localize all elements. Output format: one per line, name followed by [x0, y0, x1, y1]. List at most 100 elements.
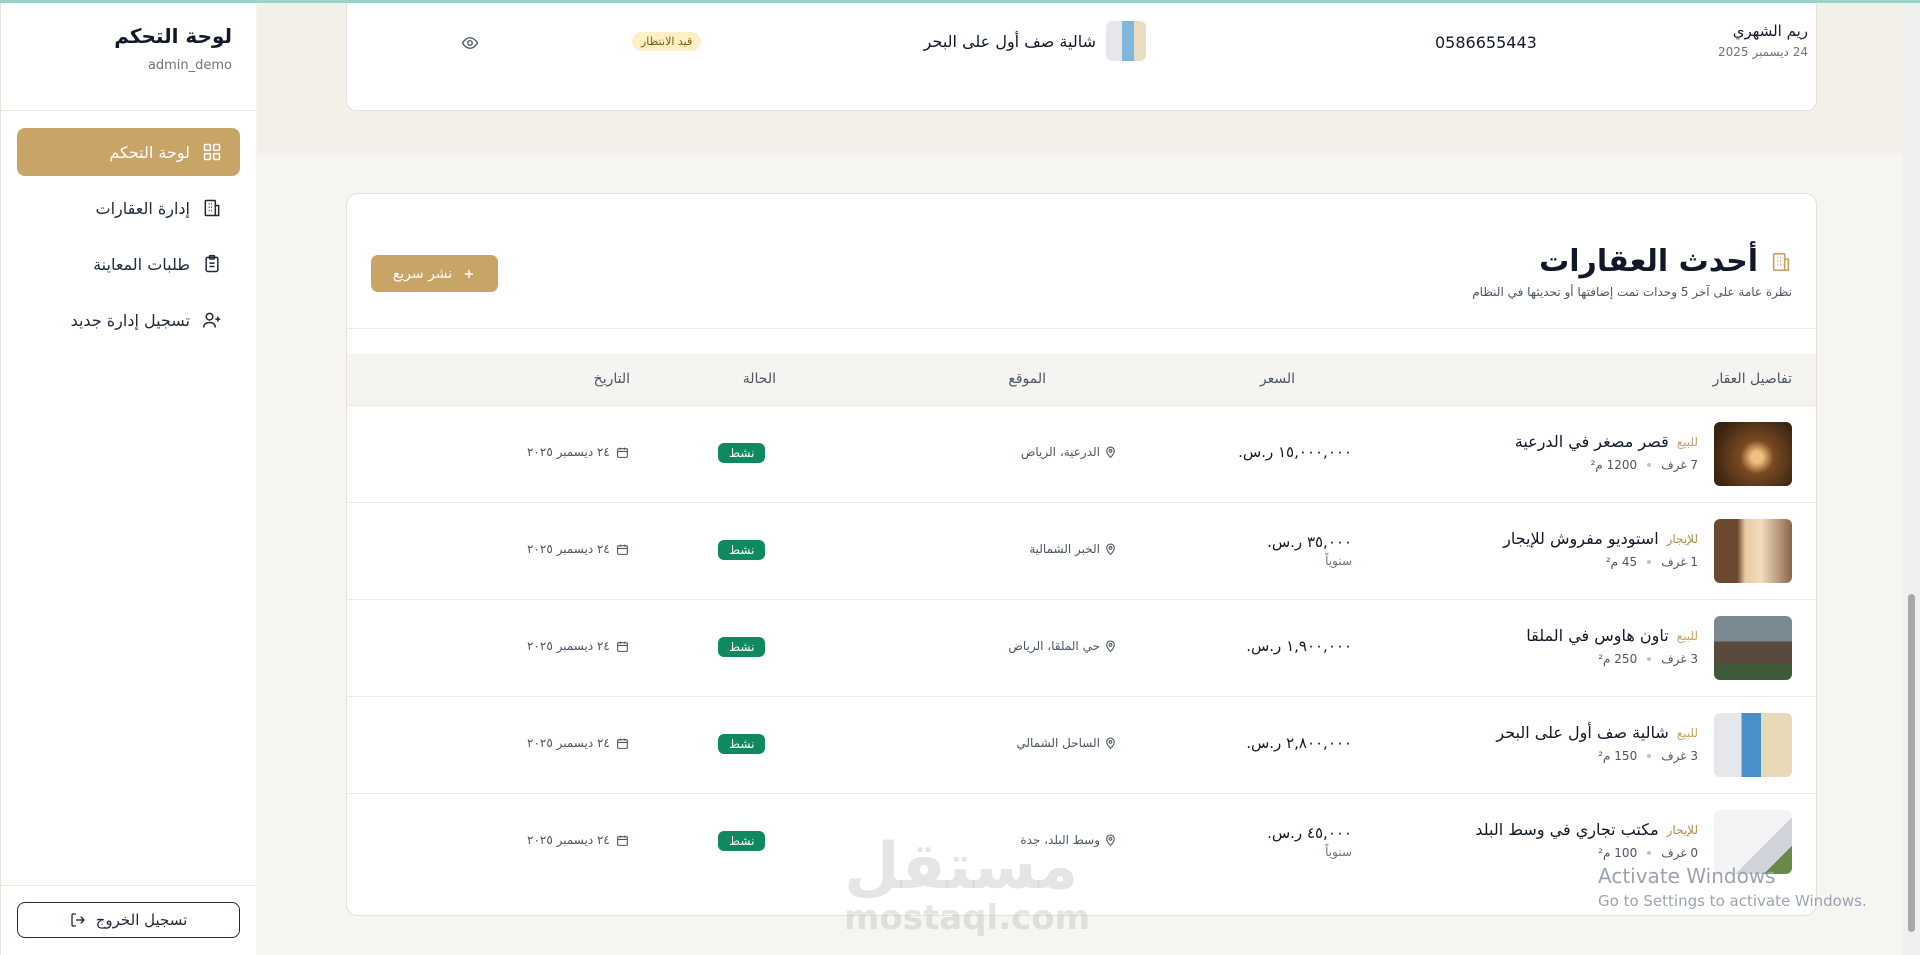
property-location: الساحل الشمالي	[927, 736, 1117, 750]
property-meta: 7 غرف 1200 م²	[1515, 458, 1698, 472]
property-details: للإيجار استوديو مفروش للإيجار 1 غرف 45 م…	[1503, 529, 1698, 569]
card-subtitle: نظرة عامة على آخر 5 وحدات تمت إضافتها أو…	[1472, 285, 1792, 299]
plus-icon	[465, 269, 474, 278]
map-pin-icon	[1106, 737, 1115, 749]
table-row[interactable]: للبيع تاون هاوس في الملقا 3 غرف 250 م² ١…	[347, 600, 1816, 697]
price-value: ١٥,٠٠٠,٠٠٠ ر.س.	[1238, 443, 1352, 461]
property-title-line: للإيجار استوديو مفروش للإيجار	[1503, 529, 1698, 548]
table-header: تفاصيل العقار السعر الموقع الحالة التاري…	[347, 354, 1816, 406]
table-row[interactable]: ريم الشهري 24 ديسمبر 2025 0586655443 شال…	[347, 1, 1816, 93]
sidebar-item-properties[interactable]: إدارة العقارات	[17, 184, 240, 232]
sidebar-item-label: لوحة التحكم	[109, 142, 190, 162]
price-value: ٢,٨٠٠,٠٠٠ ر.س.	[1246, 734, 1352, 752]
sidebar-item-register-admin[interactable]: تسجيل إدارة جديد	[17, 296, 240, 344]
property-title: استوديو مفروش للإيجار	[1503, 529, 1659, 548]
request-phone: 0586655443	[1435, 33, 1537, 52]
eye-icon[interactable]	[461, 34, 479, 52]
property-date: ٢٤ ديسمبر ٢٠٢٥	[527, 639, 629, 653]
listing-type: للبيع	[1676, 434, 1698, 449]
property-price: ٢,٨٠٠,٠٠٠ ر.س.	[1202, 734, 1352, 752]
separator-dot	[1647, 463, 1652, 467]
property-meta: 1 غرف 45 م²	[1503, 555, 1698, 569]
separator-dot	[1647, 851, 1652, 855]
property-title: مكتب تجاري في وسط البلد	[1475, 820, 1659, 839]
quick-publish-label: نشر سريع	[392, 265, 453, 282]
property-date: ٢٤ ديسمبر ٢٠٢٥	[527, 445, 629, 459]
clipboard-icon	[202, 254, 222, 274]
property-title-line: للإيجار مكتب تجاري في وسط البلد	[1475, 820, 1698, 839]
status-badge: نشط	[718, 540, 766, 560]
property-price: ١٥,٠٠٠,٠٠٠ ر.س.	[1202, 443, 1352, 461]
column-header-details: تفاصيل العقار	[1712, 371, 1792, 387]
listing-type: للبيع	[1676, 628, 1698, 643]
calendar-icon	[616, 447, 628, 458]
property-thumbnail	[1106, 21, 1146, 61]
windows-activation-title: Activate Windows	[1598, 864, 1776, 888]
listing-type: للإيجار	[1666, 822, 1698, 837]
location-text: حي الملقا، الرياض	[1008, 639, 1100, 653]
property-date: ٢٤ ديسمبر ٢٠٢٥	[527, 542, 629, 556]
windows-activation-notice: Activate Windows Go to Settings to activ…	[1598, 864, 1867, 910]
sidebar-item-viewing-requests[interactable]: طلبات المعاينة	[17, 240, 240, 288]
table-row[interactable]: للإيجار استوديو مفروش للإيجار 1 غرف 45 م…	[347, 503, 1816, 600]
sidebar-footer: تسجيل الخروج	[1, 885, 256, 955]
date-text: ٢٤ ديسمبر ٢٠٢٥	[527, 542, 610, 556]
scrollbar-thumb[interactable]	[1908, 594, 1915, 932]
sidebar-username: admin_demo	[147, 58, 232, 73]
property-area: 250 م²	[1598, 652, 1638, 666]
property-rooms: 3 غرف	[1661, 652, 1698, 666]
property-location: الدرعية، الرياض	[927, 445, 1117, 459]
properties-table-body: للبيع قصر مصغر في الدرعية 7 غرف 1200 م² …	[347, 406, 1816, 891]
column-header-price: السعر	[1259, 371, 1295, 387]
card-header: أحدث العقارات نظرة عامة على آخر 5 وحدات …	[347, 194, 1816, 329]
property-details: للبيع شالية صف أول على البحر 3 غرف 150 م…	[1496, 723, 1698, 763]
watermark-url: mostaql.com	[844, 898, 1091, 938]
column-header-status: الحالة	[742, 371, 776, 387]
property-date: ٢٤ ديسمبر ٢٠٢٥	[527, 833, 629, 847]
sidebar-item-dashboard[interactable]: لوحة التحكم	[17, 128, 240, 176]
scrollbar-track[interactable]	[1903, 0, 1920, 955]
property-details: للبيع قصر مصغر في الدرعية 7 غرف 1200 م²	[1515, 432, 1698, 472]
sidebar-title: لوحة التحكم	[114, 24, 232, 48]
property-area: 150 م²	[1598, 749, 1638, 763]
page-title: أحدث العقارات	[1472, 244, 1792, 279]
price-period: سنوياً	[1325, 845, 1352, 859]
quick-publish-button[interactable]: نشر سريع	[371, 255, 498, 292]
status-badge: نشط	[718, 443, 766, 463]
property-details: للإيجار مكتب تجاري في وسط البلد 0 غرف 10…	[1475, 820, 1698, 860]
table-row[interactable]: للبيع قصر مصغر في الدرعية 7 غرف 1200 م² …	[347, 406, 1816, 503]
location-text: الدرعية، الرياض	[1020, 445, 1100, 459]
date-text: ٢٤ ديسمبر ٢٠٢٥	[527, 639, 610, 653]
main-content: ريم الشهري 24 ديسمبر 2025 0586655443 شال…	[257, 0, 1920, 955]
latest-properties-card: أحدث العقارات نظرة عامة على آخر 5 وحدات …	[346, 193, 1817, 916]
user-plus-icon	[202, 310, 222, 330]
property-image	[1714, 519, 1792, 583]
price-period: سنوياً	[1325, 554, 1352, 568]
location-text: الساحل الشمالي	[1016, 736, 1100, 750]
date-text: ٢٤ ديسمبر ٢٠٢٥	[527, 833, 610, 847]
table-row[interactable]: للبيع شالية صف أول على البحر 3 غرف 150 م…	[347, 697, 1816, 794]
property-rooms: 3 غرف	[1661, 749, 1698, 763]
map-pin-icon	[1106, 446, 1115, 458]
property-image	[1714, 713, 1792, 777]
property-location: الخبر الشمالية	[927, 542, 1117, 556]
sidebar-header: لوحة التحكم admin_demo	[1, 0, 256, 111]
property-price: ٤٥,٠٠٠ ر.س. سنوياً	[1202, 824, 1352, 859]
calendar-icon	[616, 641, 628, 652]
property-title-line: للبيع شالية صف أول على البحر	[1496, 723, 1698, 742]
price-value: ٤٥,٠٠٠ ر.س.	[1267, 824, 1352, 842]
property-details: للبيع تاون هاوس في الملقا 3 غرف 250 م²	[1526, 626, 1698, 666]
table-row[interactable]: للإيجار مكتب تجاري في وسط البلد 0 غرف 10…	[347, 794, 1816, 891]
property-image	[1714, 616, 1792, 680]
sidebar-item-label: تسجيل إدارة جديد	[70, 310, 190, 330]
card-title: أحدث العقارات	[1539, 244, 1758, 279]
listing-type: للإيجار	[1666, 531, 1698, 546]
separator-dot	[1647, 754, 1652, 758]
logout-button[interactable]: تسجيل الخروج	[17, 902, 240, 938]
property-location: حي الملقا، الرياض	[927, 639, 1117, 653]
property-date: ٢٤ ديسمبر ٢٠٢٥	[527, 736, 629, 750]
sidebar: لوحة التحكم admin_demo لوحة التحكم إدارة…	[0, 0, 256, 955]
status-badge: نشط	[718, 734, 766, 754]
property-meta: 3 غرف 250 م²	[1526, 652, 1698, 666]
calendar-icon	[616, 835, 628, 846]
